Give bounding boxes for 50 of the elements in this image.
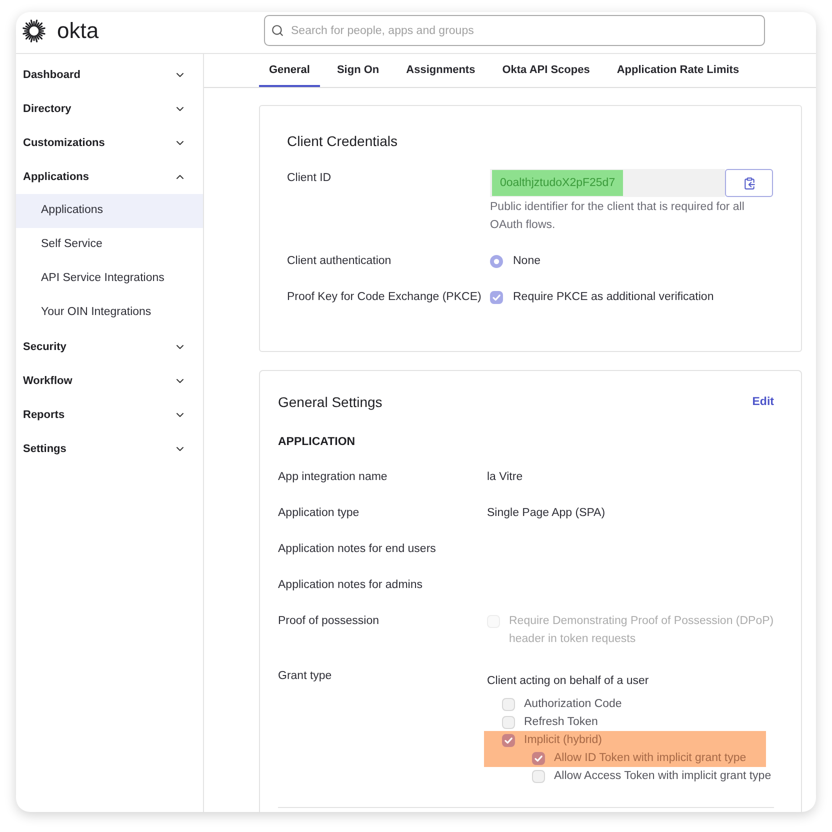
sidebar-item[interactable]: Dashboard xyxy=(16,58,203,92)
field-label: App integration name xyxy=(278,470,388,485)
clipboard-icon xyxy=(742,176,756,190)
tab[interactable]: Okta API Scopes xyxy=(492,54,600,87)
field-value: Single Page App (SPA) xyxy=(487,506,606,521)
radio-button[interactable] xyxy=(490,254,503,268)
tab[interactable]: Assignments xyxy=(396,54,486,87)
option-label: Require PKCE as additional verification xyxy=(513,290,714,305)
sidebar-item[interactable]: Applications xyxy=(16,160,203,194)
field-value: la Vitre xyxy=(487,470,523,485)
sidebar-subitem[interactable]: Applications xyxy=(16,194,203,228)
sidebar-item[interactable]: Security xyxy=(16,330,203,364)
field-label: Client ID xyxy=(287,172,332,184)
field-label: Proof Key for Code Exchange (PKCE) xyxy=(287,291,482,303)
section-heading: APPLICATION xyxy=(278,435,356,450)
option-label: Authorization Code xyxy=(524,697,622,712)
checkbox[interactable] xyxy=(502,734,515,746)
edit-link[interactable]: Edit xyxy=(752,393,774,411)
field-label: Proof of possession xyxy=(278,614,380,629)
card-title: Client Credentials xyxy=(287,132,398,150)
tab[interactable]: Sign On xyxy=(326,54,390,87)
help-text: Public identifier for the client that is required for all OAuth flows. xyxy=(490,200,746,233)
client-id-value: 0oalthjztudoX2pF25d7 xyxy=(492,170,624,196)
option-label: Allow Access Token with implicit grant type xyxy=(554,769,772,784)
field-label: Application notes for end users xyxy=(278,542,436,557)
field-label: Grant type xyxy=(278,669,332,684)
checkbox[interactable] xyxy=(532,752,545,764)
search-field[interactable]: Search for people, apps and groups xyxy=(264,15,765,46)
group-heading: Client acting on behalf of a user xyxy=(487,674,650,689)
option-label: Require Demonstrating Proof of Possession (DPoP) header in token requests xyxy=(509,614,775,647)
option-label: Implicit (hybrid) xyxy=(524,733,602,748)
sidebar-item[interactable]: Settings xyxy=(16,432,203,466)
sidebar-item[interactable]: Reports xyxy=(16,398,203,432)
checkbox[interactable] xyxy=(490,290,503,304)
option-label: Allow ID Token with implicit grant type xyxy=(554,751,746,766)
option-label: Refresh Token xyxy=(524,715,598,730)
search-icon xyxy=(271,24,284,37)
field-label: Application notes for admins xyxy=(278,578,422,593)
sidebar-item[interactable]: Customizations xyxy=(16,126,203,160)
copy-button[interactable] xyxy=(725,169,773,197)
tab[interactable]: General xyxy=(259,54,320,87)
field-label: Application type xyxy=(278,506,360,521)
logo-wordmark: okta xyxy=(57,19,99,43)
option-label: None xyxy=(513,254,540,269)
sidebar-item[interactable]: Directory xyxy=(16,92,203,126)
sunburst-logo-icon xyxy=(22,19,46,43)
card-title: General Settings xyxy=(278,393,382,411)
sidebar-item[interactable]: Workflow xyxy=(16,364,203,398)
field-label: Client authentication xyxy=(287,255,392,267)
tab[interactable]: Application Rate Limits xyxy=(606,54,750,87)
